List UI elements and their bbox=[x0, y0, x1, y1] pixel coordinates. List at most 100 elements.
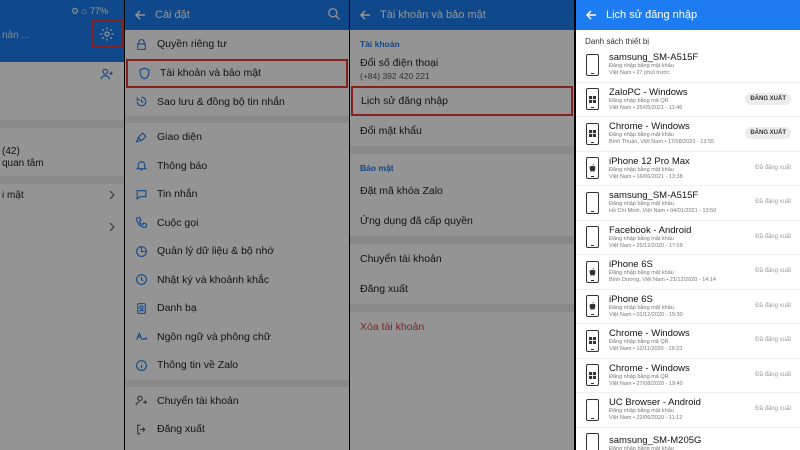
settings-item[interactable]: Đăng xuất bbox=[125, 415, 349, 444]
logged-out-status: Đã đăng xuất bbox=[755, 268, 791, 274]
lock-icon bbox=[125, 38, 157, 51]
back-button[interactable] bbox=[125, 0, 155, 30]
settings-item[interactable]: Danh bạ bbox=[125, 294, 349, 323]
language-icon bbox=[125, 330, 157, 343]
logout-item[interactable]: Đăng xuất bbox=[350, 274, 574, 304]
login-location-time: Việt Nam • 12/11/2020 - 19:23 bbox=[609, 346, 683, 353]
device-name: samsung_SM-M205G bbox=[609, 435, 702, 447]
settings-item[interactable]: Quyền riêng tư bbox=[125, 30, 349, 59]
chat-icon bbox=[125, 188, 157, 201]
search-icon[interactable] bbox=[327, 7, 341, 21]
device-row[interactable]: UC Browser - Android Đăng nhập bằng mật k… bbox=[576, 393, 800, 428]
device-row[interactable]: samsung_SM-A515F Đăng nhập bằng mật khẩu V… bbox=[576, 48, 800, 83]
brush-icon bbox=[125, 131, 157, 144]
settings-item-label: Quyền riêng tư bbox=[157, 38, 228, 51]
settings-item-label: Thông báo bbox=[157, 159, 208, 172]
change-phone-item[interactable]: Đổi số điện thoại (+84) 392 420 221 bbox=[350, 52, 574, 86]
settings-item[interactable]: Ngôn ngữ và phông chữ bbox=[125, 323, 349, 352]
account-header: Tài khoản và bảo mật bbox=[350, 0, 574, 30]
settings-item[interactable]: Tin nhắn bbox=[125, 180, 349, 209]
switch-account-item[interactable]: Chuyển tài khoản bbox=[350, 244, 574, 274]
change-password-label: Đổi mật khẩu bbox=[360, 125, 422, 137]
panel-settings: Cài đặt Quyền riêng tư Tài khoản và bảo m… bbox=[125, 0, 349, 450]
add-friend-icon[interactable] bbox=[100, 67, 114, 81]
apple-icon bbox=[586, 295, 599, 318]
settings-item-label: Tin nhắn bbox=[157, 188, 198, 201]
device-row[interactable]: samsung_SM-A515F Đăng nhập bằng mật khẩu H… bbox=[576, 186, 800, 221]
login-location-time: Việt Nam • 16/06/2021 - 13:38 bbox=[609, 173, 683, 180]
settings-item[interactable]: Cuộc gọi bbox=[125, 209, 349, 238]
lock-code-item[interactable]: Đặt mã khóa Zalo bbox=[350, 176, 574, 206]
logout-device-button[interactable]: ĐĂNG XUẤT bbox=[745, 92, 791, 105]
divider bbox=[125, 116, 349, 123]
settings-item[interactable]: Chuyển tài khoản bbox=[125, 387, 349, 416]
settings-item-label: Cuộc gọi bbox=[157, 216, 199, 229]
granted-apps-item[interactable]: Ứng dụng đã cấp quyền bbox=[350, 206, 574, 236]
login-location-time: Hồ Chí Minh, Việt Nam • 04/01/2021 - 13:… bbox=[609, 208, 717, 215]
login-history-label: Lịch sử đăng nhập bbox=[361, 95, 449, 107]
info-icon bbox=[125, 359, 157, 372]
chevron-right-icon bbox=[109, 190, 115, 200]
settings-item[interactable]: Nhật ký và khoảnh khắc bbox=[125, 266, 349, 295]
device-row[interactable]: Chrome - Windows Đăng nhập bằng mã QR Việt… bbox=[576, 324, 800, 359]
search-hint[interactable]: nản ... bbox=[2, 30, 30, 41]
status-icons: ⚙ ⌂ bbox=[70, 5, 87, 16]
login-location-time: Bình Thuận, Việt Nam • 17/08/2020 - 13:5… bbox=[609, 139, 715, 146]
shield-icon bbox=[128, 67, 160, 80]
settings-item-label: Tài khoản và bảo mật bbox=[160, 67, 261, 79]
logout-device-button[interactable]: ĐĂNG XUẤT bbox=[745, 127, 791, 139]
login-history-item[interactable]: Lịch sử đăng nhập bbox=[351, 86, 573, 116]
settings-item[interactable]: Thông tin về Zalo bbox=[125, 351, 349, 380]
device-row[interactable]: iPhone 6S Đăng nhập bằng mật khẩu Bình Dươ… bbox=[576, 255, 800, 290]
back-button[interactable] bbox=[576, 0, 606, 30]
settings-item-label: Nhật ký và khoảnh khắc bbox=[157, 273, 270, 286]
switch-icon bbox=[125, 394, 157, 407]
data-icon bbox=[125, 245, 157, 258]
settings-item-label: Quản lý dữ liệu & bộ nhớ bbox=[157, 245, 275, 258]
settings-item[interactable]: Tài khoản và bảo mật bbox=[126, 58, 348, 88]
device-row[interactable]: Facebook - Android Đăng nhập bằng mật khẩ… bbox=[576, 221, 800, 255]
device-row[interactable]: Chrome - Windows Đăng nhập bằng mật khẩu B… bbox=[576, 117, 800, 152]
switch-account-label: Chuyển tài khoản bbox=[360, 253, 442, 265]
settings-button[interactable] bbox=[91, 20, 123, 47]
change-password-item[interactable]: Đổi mật khẩu bbox=[350, 116, 574, 146]
menu-follow: quan tâm bbox=[2, 158, 44, 169]
phone-icon bbox=[125, 216, 157, 229]
device-row[interactable]: iPhone 12 Pro Max Đăng nhập bằng mật khẩu… bbox=[576, 152, 800, 186]
phone-device-icon bbox=[586, 191, 599, 214]
settings-item[interactable]: Thông báo bbox=[125, 152, 349, 181]
settings-item-label: Sao lưu & đồng bộ tin nhắn bbox=[157, 95, 285, 108]
device-row[interactable]: iPhone 6S Đăng nhập bằng mật khẩu Việt Nam… bbox=[576, 290, 800, 324]
windows-icon bbox=[586, 122, 599, 145]
settings-list: Quyền riêng tư Tài khoản và bảo mật Sao lư… bbox=[125, 30, 349, 444]
gear-icon bbox=[100, 26, 114, 41]
settings-item[interactable]: Sao lưu & đồng bộ tin nhắn bbox=[125, 88, 349, 117]
arrow-left-icon bbox=[585, 10, 596, 20]
panel-account-security: Tài khoản và bảo mật Tài khoản Đổi số đi… bbox=[350, 0, 574, 450]
page-title: Lịch sử đăng nhập bbox=[606, 9, 698, 21]
settings-item[interactable]: Quản lý dữ liệu & bộ nhớ bbox=[125, 237, 349, 266]
battery-level: 77% bbox=[89, 6, 108, 16]
phone-device-icon bbox=[586, 226, 599, 249]
delete-account-item[interactable]: Xóa tài khoản bbox=[350, 312, 574, 342]
device-row[interactable]: samsung_SM-M205G Đăng nhập bằng mật khẩu bbox=[576, 428, 800, 450]
settings-item-label: Thông tin về Zalo bbox=[157, 359, 239, 372]
back-button[interactable] bbox=[350, 0, 380, 30]
device-row[interactable]: Chrome - Windows Đăng nhập bằng mã QR Việt… bbox=[576, 359, 800, 393]
menu-security[interactable]: i mật bbox=[2, 190, 124, 201]
panel-login-history: Lịch sử đăng nhập Danh sách thiết bị sam… bbox=[576, 0, 800, 450]
device-row[interactable]: ZaloPC - Windows Đăng nhập bằng mã QR Việt… bbox=[576, 83, 800, 117]
windows-icon bbox=[586, 329, 599, 352]
device-name: samsung_SM-A515F bbox=[609, 52, 699, 64]
status-bar: ⚙ ⌂ 77% bbox=[0, 0, 124, 22]
panel-home: ⚙ ⌂ 77% nản ... (42) quan tâm i mật bbox=[0, 0, 124, 450]
settings-header: Cài đặt bbox=[125, 0, 349, 30]
apple-icon bbox=[586, 157, 599, 180]
settings-item[interactable]: Giao diện bbox=[125, 123, 349, 152]
divider bbox=[0, 120, 124, 128]
device-info: samsung_SM-M205G Đăng nhập bằng mật khẩu bbox=[609, 435, 800, 450]
arrow-left-icon bbox=[359, 10, 370, 20]
settings-item-label: Đăng xuất bbox=[157, 423, 205, 436]
page-title: Tài khoản và bảo mật bbox=[380, 9, 486, 21]
settings-item-label: Giao diện bbox=[157, 131, 202, 144]
